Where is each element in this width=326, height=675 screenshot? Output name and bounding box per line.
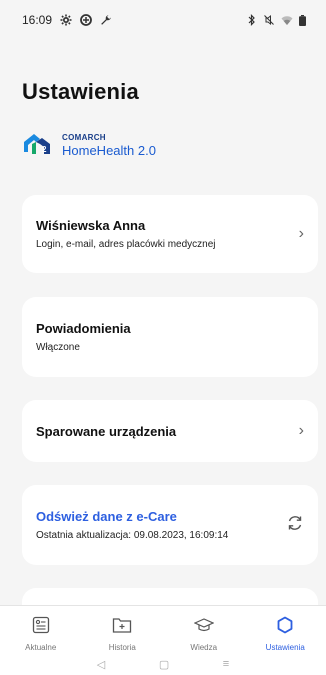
notifications-status: Włączone xyxy=(36,342,80,353)
battery-icon xyxy=(299,14,306,26)
nav-item-historia[interactable]: Historia xyxy=(87,616,157,652)
profile-name: Wiśniewska Anna xyxy=(36,218,146,233)
settings-gear-icon xyxy=(60,14,72,26)
graduation-cap-icon xyxy=(193,616,215,639)
brand-text: COMARCH HomeHealth 2.0 xyxy=(62,133,156,158)
nav-label-wiedza: Wiedza xyxy=(190,643,218,652)
refresh-card-text: Odśwież dane z e-Care Ostatnia aktualiza… xyxy=(36,509,286,541)
paired-devices-card-text: Sparowane urządzenia xyxy=(36,424,299,439)
system-navigation: ◁ ▢ ≡ xyxy=(0,658,326,671)
dashboard-icon xyxy=(32,616,50,639)
bluetooth-icon xyxy=(247,14,257,26)
profile-card-text: Wiśniewska Anna Login, e-mail, adres pla… xyxy=(36,218,299,250)
nav-item-ustawienia[interactable]: Ustawienia xyxy=(250,616,320,652)
menu-icon[interactable]: ≡ xyxy=(223,658,229,671)
nav-label-aktualne: Aktualne xyxy=(25,643,57,652)
svg-text:2: 2 xyxy=(42,145,47,154)
page-title: Ustawienia xyxy=(22,79,139,104)
muted-icon xyxy=(263,14,275,26)
folder-plus-icon xyxy=(112,616,132,639)
refresh-icon[interactable] xyxy=(286,514,304,537)
back-icon[interactable]: ◁ xyxy=(97,658,105,671)
nav-label-ustawienia: Ustawienia xyxy=(265,643,305,652)
status-left: 16:09 xyxy=(22,13,112,27)
hexagon-settings-icon xyxy=(276,616,294,639)
brand-company: COMARCH xyxy=(62,133,106,142)
nav-item-wiedza[interactable]: Wiedza xyxy=(169,616,239,652)
wrench-icon xyxy=(100,14,112,26)
paired-devices-title: Sparowane urządzenia xyxy=(36,423,177,439)
nav-label-historia: Historia xyxy=(108,643,136,652)
home-icon[interactable]: ▢ xyxy=(159,658,169,671)
profile-subtitle: Login, e-mail, adres placówki medycznej xyxy=(36,239,216,250)
nav-item-aktualne[interactable]: Aktualne xyxy=(6,616,76,652)
refresh-title: Odśwież dane z e-Care xyxy=(36,509,177,524)
bottom-nav-items: Aktualne Historia Wiedza Ustawienia xyxy=(0,606,326,652)
chevron-right-icon: › xyxy=(298,422,304,439)
brand-logo: 2 COMARCH HomeHealth 2.0 xyxy=(22,130,156,161)
status-time: 16:09 xyxy=(22,13,53,27)
wifi-icon xyxy=(281,15,293,26)
chevron-right-icon: › xyxy=(298,225,304,242)
notifications-card[interactable]: Powiadomienia Włączone xyxy=(22,297,318,377)
status-bar: 16:09 xyxy=(0,0,326,40)
homehealth-logo-icon: 2 xyxy=(22,130,54,161)
bottom-navigation: Aktualne Historia Wiedza Ustawienia ◁ ▢ … xyxy=(0,605,326,675)
data-saver-icon xyxy=(80,14,92,26)
refresh-card[interactable]: Odśwież dane z e-Care Ostatnia aktualiza… xyxy=(22,485,318,565)
paired-devices-card[interactable]: Sparowane urządzenia › xyxy=(22,400,318,462)
brand-product: HomeHealth 2.0 xyxy=(62,143,156,158)
status-right xyxy=(247,14,306,26)
last-update-text: Ostatnia aktualizacja: 09.08.2023, 16:09… xyxy=(36,530,229,541)
notifications-card-text: Powiadomienia Włączone xyxy=(36,321,304,353)
profile-card[interactable]: Wiśniewska Anna Login, e-mail, adres pla… xyxy=(22,195,318,273)
notifications-title: Powiadomienia xyxy=(36,321,131,336)
